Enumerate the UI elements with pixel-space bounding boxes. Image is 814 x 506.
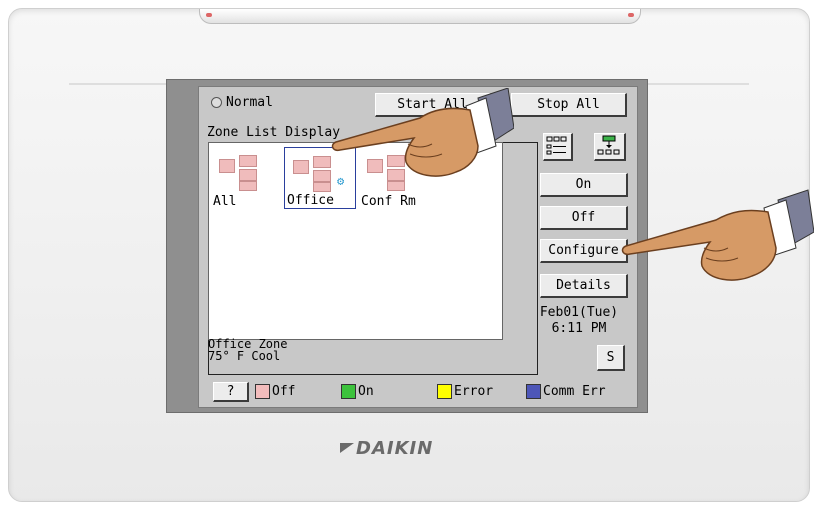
legend-label: Error (454, 384, 494, 399)
legend-error: Error (437, 384, 493, 399)
legend-label: On (358, 384, 374, 399)
daikin-mark-icon (340, 443, 354, 453)
normal-radio[interactable]: Normal (211, 93, 273, 111)
normal-radio-label: Normal (226, 94, 273, 110)
time-text: 6:11 PM (551, 321, 607, 336)
pointing-hand-icon (331, 88, 514, 177)
legend-swatch (437, 384, 452, 399)
legend-label: Off (272, 384, 296, 399)
configure-button[interactable]: Configure (540, 239, 628, 263)
zone-label: Conf Rm (361, 194, 416, 209)
zone-off-icon (219, 155, 259, 191)
brand-logo: DAIKIN (340, 438, 480, 462)
legend-label: Comm Err (543, 384, 606, 399)
legend-swatch (341, 384, 356, 399)
list-view-button[interactable] (543, 133, 573, 161)
details-button[interactable]: Details (540, 274, 628, 298)
s-button[interactable]: S (597, 345, 625, 371)
zone-off-icon (293, 156, 333, 192)
tree-view-icon (597, 135, 620, 155)
stylus-holder (199, 9, 641, 24)
on-button[interactable]: On (540, 173, 628, 197)
status-legend: ? Off On Error Comm Err (213, 382, 633, 402)
zone-label: Office (287, 193, 334, 208)
zone-status: Office Zone 75° F Cool (208, 338, 538, 374)
radio-circle-icon (211, 96, 222, 108)
stylus-mark (628, 13, 634, 17)
zone-list-title: Zone List Display (207, 125, 341, 140)
legend-off: Off (255, 384, 295, 399)
legend-swatch (526, 384, 541, 399)
legend-on: On (341, 384, 374, 399)
help-button[interactable]: ? (213, 382, 249, 402)
tree-view-button[interactable] (594, 133, 626, 161)
legend-swatch (255, 384, 270, 399)
date-time-display: Feb01(Tue) 6:11 PM (529, 305, 629, 337)
list-view-icon (546, 136, 567, 155)
stylus-mark (206, 13, 212, 17)
zone-label: All (213, 194, 237, 209)
pointing-hand-icon (621, 189, 814, 281)
zone-item-all[interactable]: All (211, 147, 279, 209)
zone-status-temp: 75° F Cool (208, 349, 281, 363)
off-button[interactable]: Off (540, 206, 628, 230)
date-text: Feb01(Tue) (539, 305, 619, 320)
stop-all-button[interactable]: Stop All (511, 93, 627, 117)
legend-comm-err: Comm Err (526, 384, 606, 399)
brand-name: DAIKIN (356, 438, 434, 459)
